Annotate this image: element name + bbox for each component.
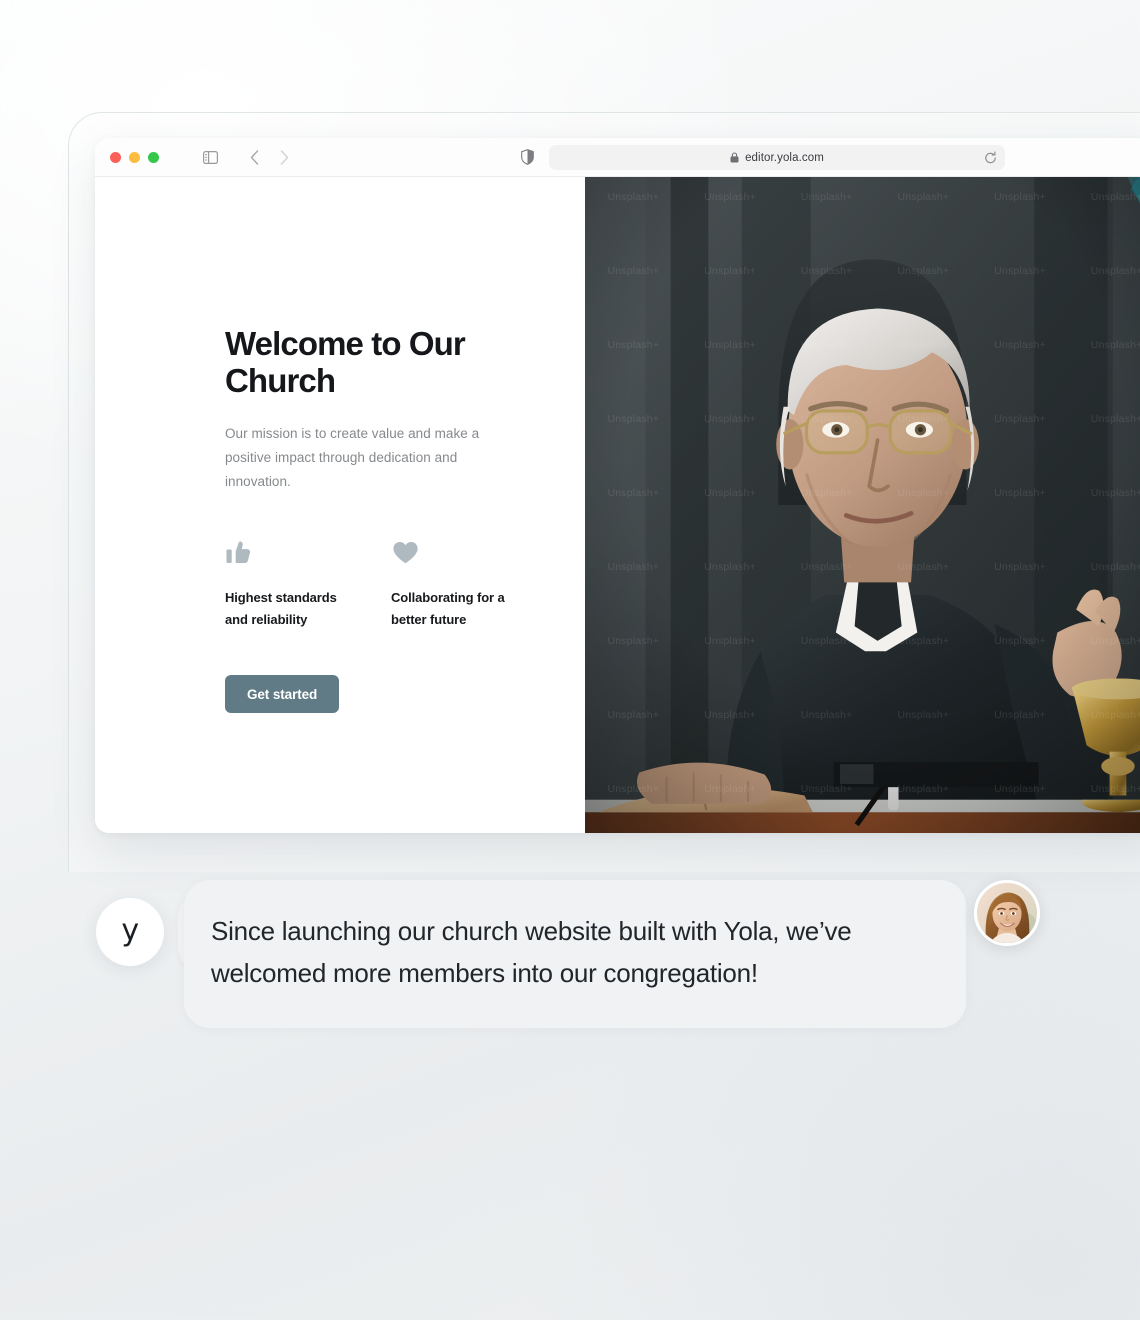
- avatar: [974, 880, 1040, 946]
- site-viewport: Welcome to Our Church Our mission is to …: [95, 177, 1140, 833]
- minimize-window-button[interactable]: [129, 151, 140, 163]
- feature-list: Highest standards and reliability Collab…: [225, 538, 585, 632]
- chevron-right-icon[interactable]: [271, 145, 297, 169]
- address-bar[interactable]: editor.yola.com: [549, 145, 1005, 170]
- sidebar-toggle-icon[interactable]: [197, 145, 223, 169]
- avatar: y: [96, 897, 164, 966]
- reload-icon[interactable]: [984, 151, 997, 164]
- browser-toolbar: editor.yola.com: [95, 138, 1140, 177]
- feature-label: Collaborating for a better future: [391, 589, 505, 627]
- maximize-window-button[interactable]: [148, 151, 159, 163]
- heart-icon: [391, 538, 521, 568]
- smiling-woman-portrait: [977, 883, 1037, 943]
- hero-subtitle: Our mission is to create value and make …: [225, 425, 480, 489]
- yola-logo-icon: y: [121, 912, 139, 948]
- feature-item: Collaborating for a better future: [391, 538, 521, 632]
- chevron-left-icon[interactable]: [241, 145, 267, 169]
- shield-icon[interactable]: [521, 149, 534, 165]
- hero-text-column: Welcome to Our Church Our mission is to …: [95, 177, 585, 833]
- testimonial-bubble: Since launching our church website built…: [184, 880, 966, 1029]
- get-started-button[interactable]: Get started: [225, 675, 340, 714]
- thumbs-up-icon: [225, 538, 355, 568]
- browser-window: editor.yola.com Welcome to Our Church Ou…: [95, 138, 1140, 833]
- url-text: editor.yola.com: [745, 151, 824, 164]
- feature-item: Highest standards and reliability: [225, 538, 355, 632]
- feature-label: Highest standards and reliability: [225, 589, 337, 627]
- lock-icon: [730, 152, 739, 163]
- priest-preaching-photo: [585, 177, 1140, 833]
- testimonial-text: Since launching our church website built…: [211, 916, 852, 989]
- hero-image: Unsplash+ Unsplash+ Unsplash+ Unsplash+ …: [585, 177, 1140, 833]
- close-window-button[interactable]: [110, 151, 121, 163]
- page-title: Welcome to Our Church: [225, 325, 466, 400]
- toolbar-nav-group: [197, 145, 297, 169]
- window-controls: [110, 151, 159, 163]
